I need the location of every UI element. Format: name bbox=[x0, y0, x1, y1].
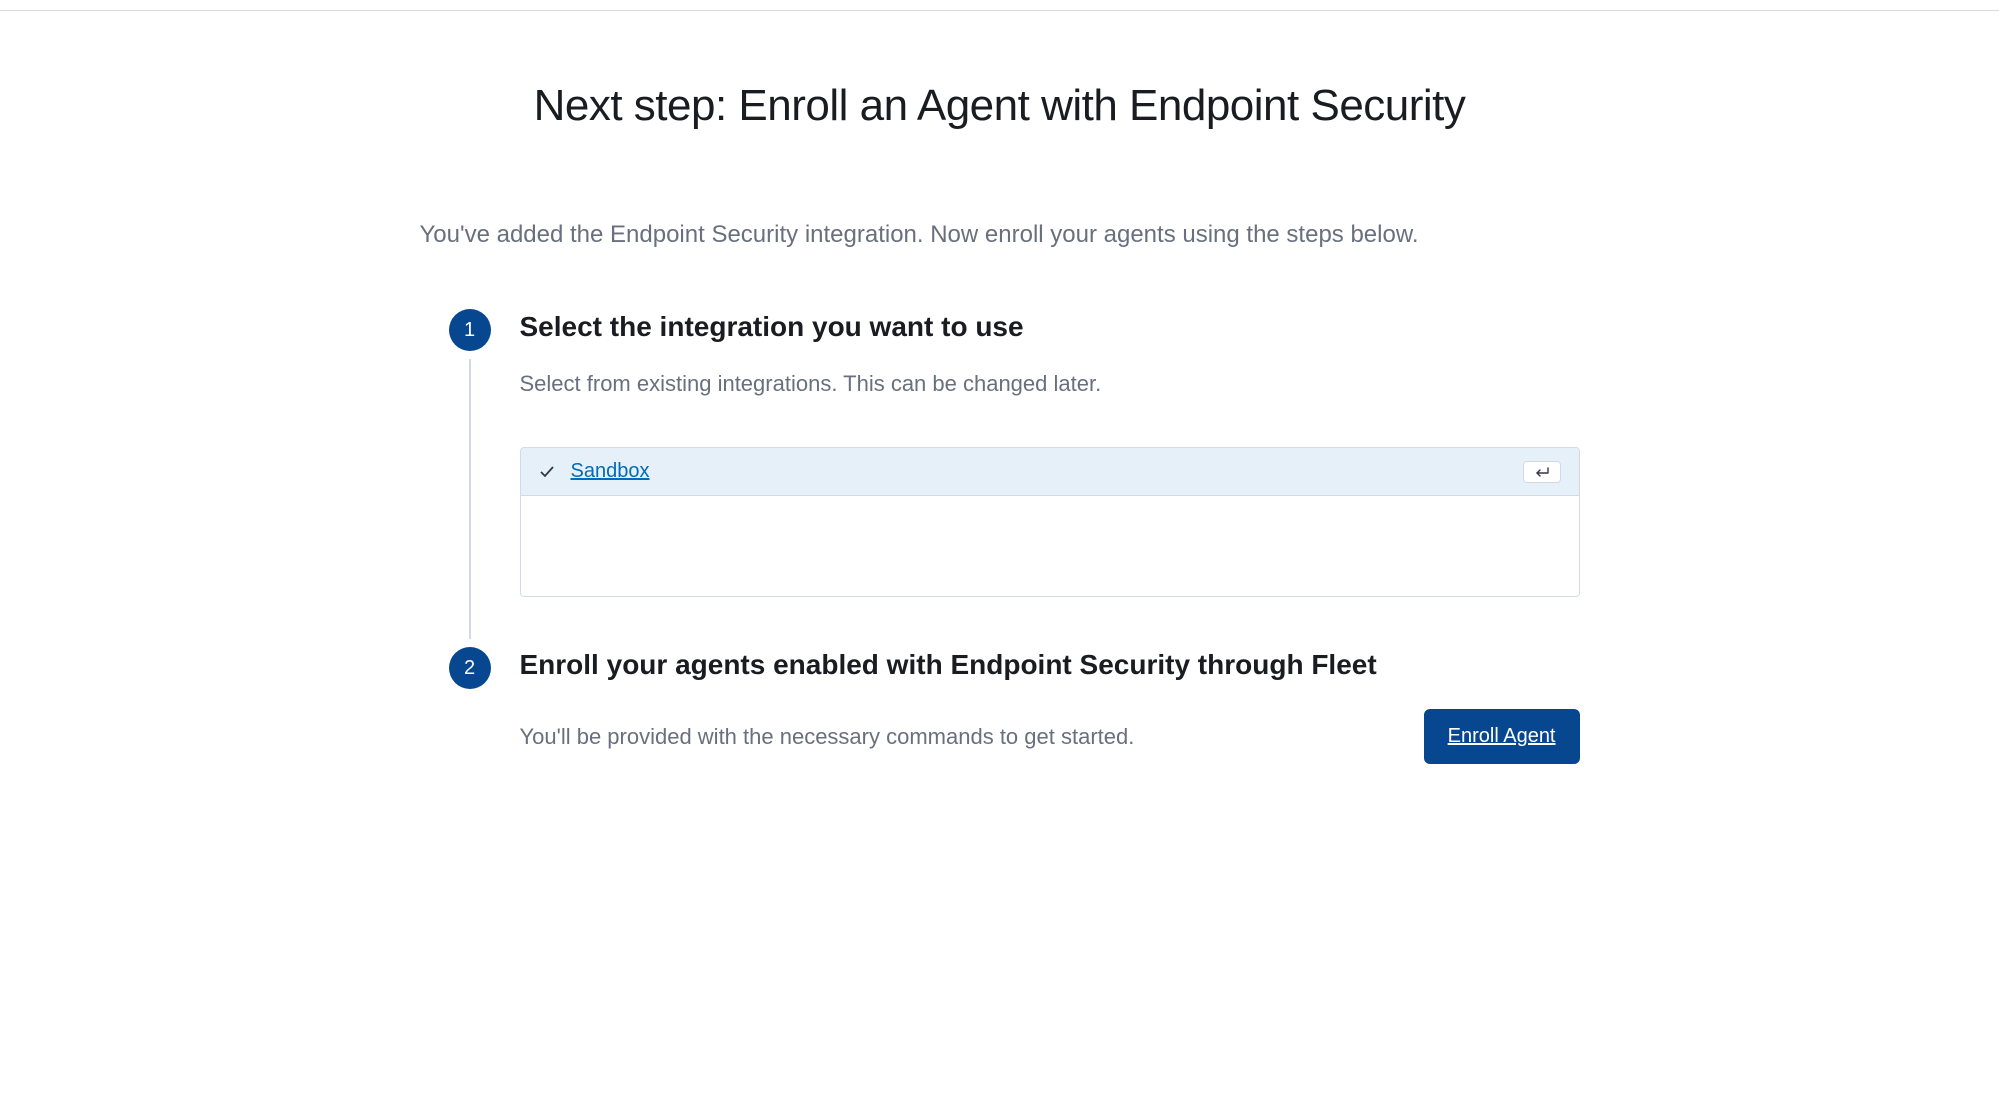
step-2-title: Enroll your agents enabled with Endpoint… bbox=[520, 649, 1580, 681]
return-icon bbox=[1523, 461, 1561, 483]
header-divider bbox=[0, 10, 1999, 11]
step-1-description: Select from existing integrations. This … bbox=[520, 371, 1580, 397]
step-1-indicator-column: 1 bbox=[440, 309, 500, 647]
page-subtitle: You've added the Endpoint Security integ… bbox=[420, 221, 1580, 249]
step-1-title: Select the integration you want to use bbox=[520, 311, 1580, 343]
integration-option-sandbox[interactable]: Sandbox bbox=[521, 448, 1579, 496]
step-2-content: Enroll your agents enabled with Endpoint… bbox=[500, 647, 1580, 764]
steps-list: 1 Select the integration you want to use… bbox=[420, 309, 1580, 764]
integration-select[interactable]: Sandbox bbox=[520, 447, 1580, 597]
main-container: Next step: Enroll an Agent with Endpoint… bbox=[360, 81, 1640, 764]
step-2: 2 Enroll your agents enabled with Endpoi… bbox=[440, 647, 1580, 764]
enroll-agent-button[interactable]: Enroll Agent bbox=[1424, 709, 1580, 764]
integration-select-empty bbox=[521, 496, 1579, 596]
step-1: 1 Select the integration you want to use… bbox=[440, 309, 1580, 647]
step-2-number: 2 bbox=[449, 647, 491, 689]
step-1-content: Select the integration you want to use S… bbox=[500, 309, 1580, 637]
check-icon bbox=[539, 464, 555, 480]
step-connector bbox=[469, 359, 471, 639]
step-2-description: You'll be provided with the necessary co… bbox=[520, 724, 1135, 750]
step-1-number: 1 bbox=[449, 309, 491, 351]
integration-option-label: Sandbox bbox=[571, 460, 650, 483]
step-2-row: You'll be provided with the necessary co… bbox=[520, 709, 1580, 764]
step-2-indicator-column: 2 bbox=[440, 647, 500, 689]
page-title: Next step: Enroll an Agent with Endpoint… bbox=[420, 81, 1580, 131]
